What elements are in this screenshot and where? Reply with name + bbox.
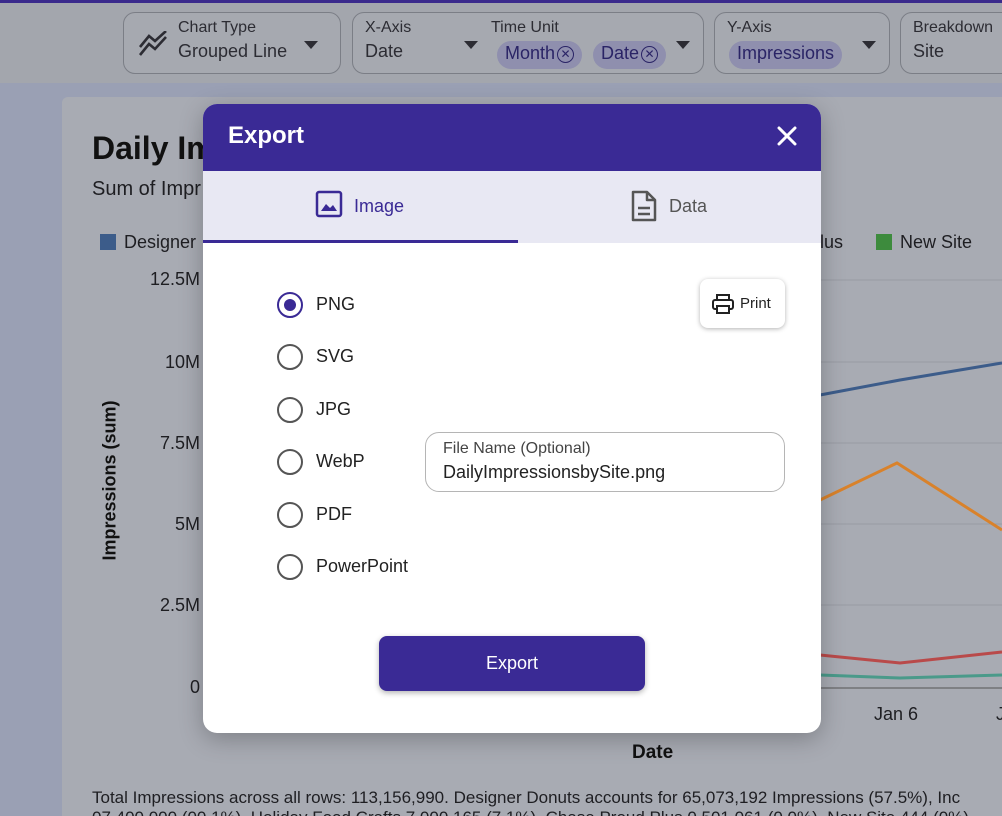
x-tick-label: J [996,704,1002,724]
format-label: PowerPoint [316,556,409,576]
dialog-header: Export [203,104,821,171]
close-icon[interactable] [775,124,799,148]
printer-icon [712,294,734,314]
tab-label: Image [354,196,405,216]
tab-label: Data [669,196,708,216]
series-line-teal [819,673,1002,680]
export-tabs: Image Data [203,171,821,243]
dialog-title: Export [228,122,305,149]
print-label: Print [740,295,771,312]
file-name-label: File Name (Optional) [443,440,591,457]
tab-image[interactable]: Image [203,171,518,243]
format-label: WebP [316,451,365,471]
image-icon [315,190,343,218]
print-button[interactable]: Print [700,279,785,328]
format-label: SVG [316,346,355,366]
radio-button[interactable] [277,344,303,370]
chart-summary-text: 07,400,000 (00.1%), Holiday Food Crafts … [92,808,969,816]
x-axis-title: Date [632,742,674,763]
format-label: PDF [316,504,352,524]
active-tab-indicator [203,240,518,243]
format-label: JPG [316,399,352,419]
export-button[interactable]: Export [379,636,645,691]
radio-button[interactable] [277,292,303,318]
radio-button[interactable] [277,449,303,475]
radio-button[interactable] [277,502,303,528]
file-name-input[interactable] [443,462,763,483]
series-line-red [819,650,1002,665]
file-name-field[interactable]: File Name (Optional) [425,432,785,492]
x-tick-label: Jan 6 [874,704,919,724]
export-dialog: Export Image Data PNG SVG JPG WebP PDF P… [203,104,821,733]
radio-button[interactable] [277,397,303,423]
radio-button[interactable] [277,554,303,580]
tab-data[interactable]: Data [512,171,821,243]
document-icon [631,190,657,222]
series-line-blue [819,361,1002,397]
format-label: PNG [316,294,356,314]
chart-summary-text: Total Impressions across all rows: 113,1… [92,788,961,807]
series-line-orange [819,461,1002,532]
